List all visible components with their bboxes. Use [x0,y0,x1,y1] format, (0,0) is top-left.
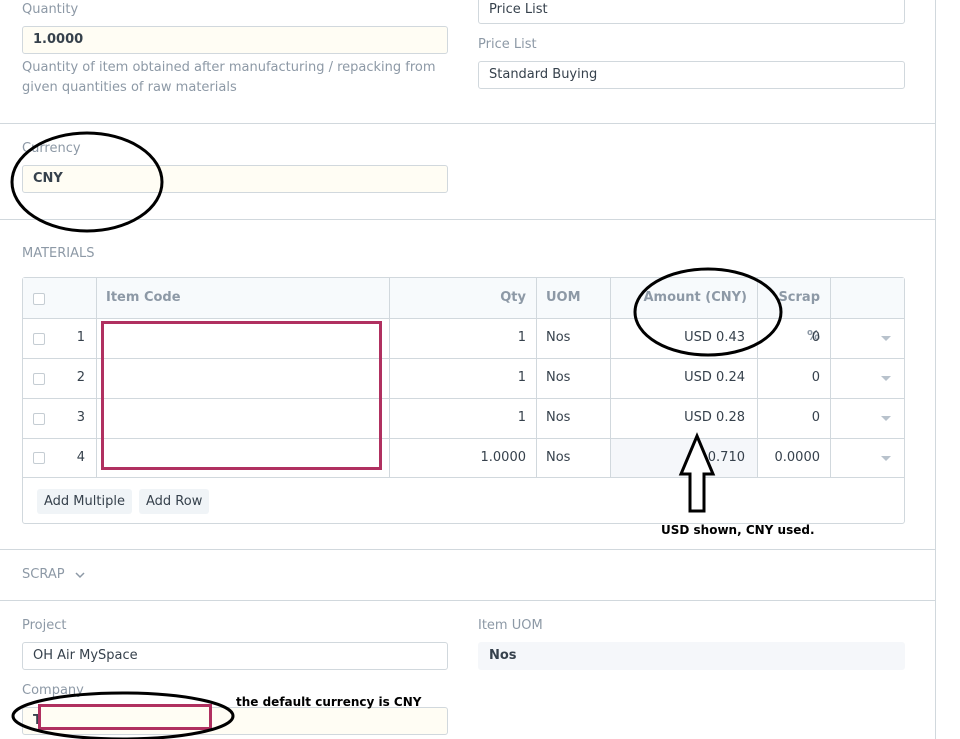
default-currency-annotation: the default currency is CNY [236,695,422,709]
usd-shown-annotation: USD shown, CNY used. [661,523,815,537]
annotation-overlay [10,131,783,739]
